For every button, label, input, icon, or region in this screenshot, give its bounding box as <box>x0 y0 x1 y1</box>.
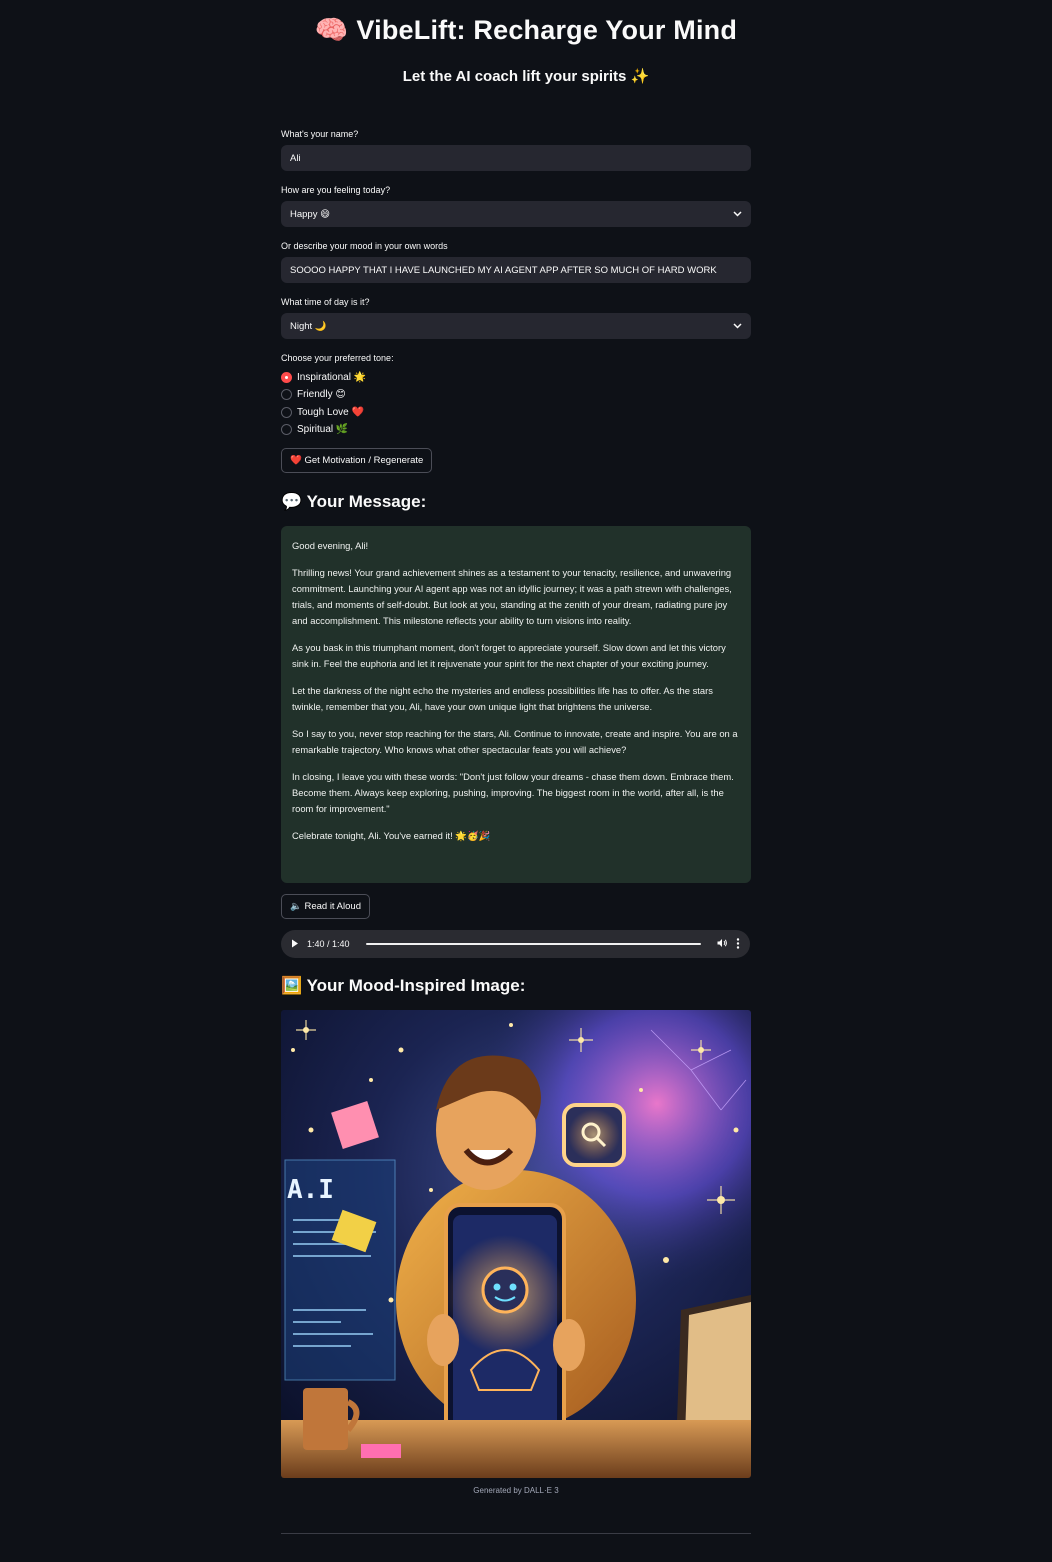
get-motivation-button[interactable]: ❤️ Get Motivation / Regenerate <box>281 448 433 473</box>
name-input[interactable]: Ali <box>281 145 751 171</box>
radio-unselected[interactable] <box>281 423 292 435</box>
radio-selected[interactable] <box>281 371 292 383</box>
message-box: Good evening, Ali! Thrilling news! Your … <box>281 526 751 883</box>
mood-inspired-image: A.I <box>281 1010 751 1478</box>
tone-option-tough-love[interactable]: Tough Love ❤️ <box>281 404 364 420</box>
tone-label: Choose your preferred tone: <box>281 353 394 363</box>
radio-unselected[interactable] <box>281 406 292 418</box>
message-paragraph: Celebrate tonight, Ali. You've earned it… <box>292 830 491 841</box>
mood-description-input[interactable]: SOOOO HAPPY THAT I HAVE LAUNCHED MY AI A… <box>281 257 751 283</box>
time-select[interactable]: Night 🌙 <box>281 313 751 339</box>
tone-option-spiritual[interactable]: Spiritual 🌿 <box>281 421 348 437</box>
audio-time: 1:40 / 1:40 <box>307 939 350 949</box>
message-paragraph: Good evening, Ali! <box>292 540 369 551</box>
tone-option-label: Tough Love ❤️ <box>297 406 364 418</box>
feeling-label: How are you feeling today? <box>281 185 391 195</box>
play-icon[interactable] <box>291 939 299 950</box>
tone-option-friendly[interactable]: Friendly 😊 <box>281 386 346 402</box>
time-select-value: Night 🌙 <box>290 320 327 332</box>
name-label: What's your name? <box>281 129 359 139</box>
time-label: What time of day is it? <box>281 297 370 307</box>
page-subtitle: Let the AI coach lift your spirits ✨ <box>402 68 650 85</box>
image-heading: 🖼️ Your Mood-Inspired Image: <box>281 976 526 995</box>
tone-option-inspirational[interactable]: Inspirational 🌟 <box>281 369 366 385</box>
more-options-icon[interactable] <box>736 937 740 951</box>
image-ai-text: A.I <box>287 1175 334 1205</box>
page-title: 🧠 VibeLift: Recharge Your Mind <box>314 15 738 45</box>
tone-option-label: Spiritual 🌿 <box>297 423 349 435</box>
radio-unselected[interactable] <box>281 388 292 400</box>
chevron-down-icon <box>732 209 742 219</box>
message-paragraph: Thrilling news! Your grand achievement s… <box>292 567 732 626</box>
tone-option-label: Inspirational 🌟 <box>297 371 367 383</box>
read-aloud-button[interactable]: 🔈 Read it Aloud <box>281 894 370 919</box>
volume-icon[interactable] <box>717 938 728 950</box>
name-input-value: Ali <box>290 152 301 164</box>
chevron-down-icon <box>732 321 742 331</box>
mood-description-value: SOOOO HAPPY THAT I HAVE LAUNCHED MY AI A… <box>290 264 717 276</box>
audio-progress-bar[interactable] <box>365 943 701 945</box>
message-heading: 💬 Your Message: <box>281 492 427 511</box>
tone-option-label: Friendly 😊 <box>297 388 346 400</box>
image-caption: Generated by DALL·E 3 <box>473 1486 559 1495</box>
audio-player: 1:40 / 1:40 <box>281 930 750 958</box>
feeling-select-value: Happy 😄 <box>290 208 331 220</box>
divider <box>281 1533 751 1534</box>
feeling-select[interactable]: Happy 😄 <box>281 201 751 227</box>
describe-label: Or describe your mood in your own words <box>281 241 448 251</box>
message-paragraph: Let the darkness of the night echo the m… <box>292 685 713 712</box>
message-paragraph: As you bask in this triumphant moment, d… <box>292 642 726 669</box>
message-paragraph: In closing, I leave you with these words… <box>292 771 734 814</box>
message-paragraph: So I say to you, never stop reaching for… <box>292 728 738 755</box>
